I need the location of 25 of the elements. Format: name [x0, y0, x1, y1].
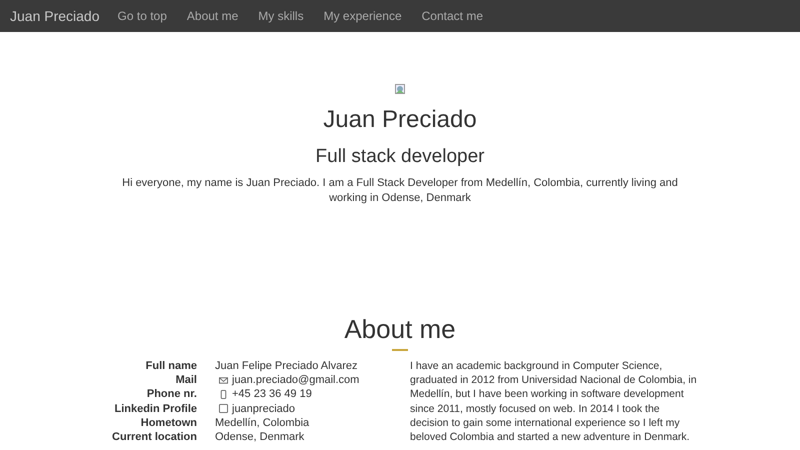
- envelope-icon: [219, 376, 228, 385]
- detail-label: Phone nr.: [146, 387, 197, 402]
- section-heading: About me: [344, 314, 456, 345]
- detail-label: Full name: [144, 359, 197, 374]
- nav-link[interactable]: Go to top: [108, 9, 177, 23]
- nav-link[interactable]: Contact me: [412, 9, 493, 23]
- detail-value: +45 23 36 49 19: [232, 387, 312, 402]
- nav-link[interactable]: About me: [176, 9, 248, 23]
- detail-label: Linkedin Profile: [113, 402, 197, 416]
- detail-value: juanpreciado: [232, 402, 295, 416]
- detail-label: Current location: [111, 430, 197, 444]
- job-title: Full stack developer: [316, 146, 484, 168]
- nav-link[interactable]: My skills: [248, 9, 314, 23]
- detail-value: Odense, Denmark: [215, 430, 304, 444]
- brand-link[interactable]: Juan Preciado: [10, 8, 100, 24]
- person-name: Juan Preciado: [323, 106, 477, 134]
- nav-link[interactable]: My experience: [314, 9, 412, 23]
- intro-text: Hi everyone, my name is Juan Preciado. I am a Full Stack Developer from Medellín, Colombia, currently living and working in Odense, Denmark: [121, 176, 679, 206]
- detail-value: juan.preciado@gmail.com: [232, 373, 360, 388]
- bio-text: I have an academic background in Computer Science, graduated in 2012 from Universidad Nacional de Colombia, in Medellín, but I have been working in software development since 2011, mostly focused on web. In 2014 I took the decision to gain some international experience so I left my beloved Colombia and started a new adventure in Denmark.: [410, 359, 698, 444]
- detail-value: Juan Felipe Preciado Alvarez: [215, 359, 358, 374]
- detail-label: Mail: [174, 373, 197, 388]
- detail-label: Hometown: [140, 416, 197, 430]
- phone-icon: [219, 390, 228, 399]
- detail-value: Medellín, Colombia: [215, 416, 310, 430]
